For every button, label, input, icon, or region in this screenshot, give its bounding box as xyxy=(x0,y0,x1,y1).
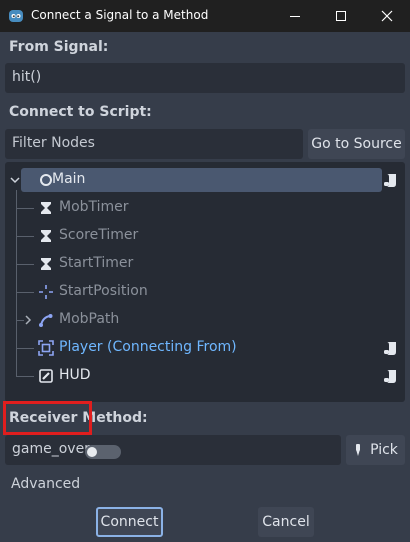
maximize-button[interactable] xyxy=(318,0,364,32)
tree-node-label: StartTimer xyxy=(59,255,134,271)
window-title: Connect a Signal to a Method xyxy=(31,8,209,22)
tree-row-mobtimer[interactable]: MobTimer xyxy=(5,194,405,222)
script-icon[interactable] xyxy=(383,340,399,356)
tree-node-label: MobPath xyxy=(59,311,120,327)
area2d-icon xyxy=(38,340,54,356)
canvaslayer-icon xyxy=(39,369,53,383)
path2d-icon xyxy=(39,314,53,327)
cancel-button[interactable]: Cancel xyxy=(258,507,314,537)
tree-node-label: HUD xyxy=(59,367,91,383)
tree-node-label: StartPosition xyxy=(59,283,148,299)
tree-row-mobpath[interactable]: MobPath xyxy=(5,306,405,334)
pick-label: Pick xyxy=(370,442,398,458)
script-icon[interactable] xyxy=(383,368,399,384)
tree-node-label: ScoreTimer xyxy=(59,227,139,243)
toggle-knob xyxy=(87,447,97,457)
tree-branch-line xyxy=(16,348,34,349)
from-signal-label: From Signal: xyxy=(9,39,109,55)
scene-tree: Main MobTimer ScoreTimer StartTimer Star… xyxy=(5,162,405,402)
from-signal-value: hit() xyxy=(12,69,42,85)
godot-app-icon xyxy=(9,10,23,22)
advanced-label: Advanced xyxy=(11,476,81,492)
expand-arrow-icon[interactable] xyxy=(24,315,32,325)
minimize-button[interactable] xyxy=(272,0,318,32)
tree-branch-line xyxy=(16,376,34,377)
tree-row-starttimer[interactable]: StartTimer xyxy=(5,250,405,278)
tree-row-hud[interactable]: HUD xyxy=(5,362,405,390)
tree-branch-line xyxy=(16,208,34,209)
tree-branch-line xyxy=(16,264,34,265)
marker2d-icon xyxy=(39,285,53,299)
connect-button[interactable]: Connect xyxy=(96,507,163,537)
from-signal-field: hit() xyxy=(5,63,405,93)
tree-row-player[interactable]: Player (Connecting From) xyxy=(5,334,405,362)
advanced-toggle[interactable] xyxy=(85,445,121,459)
timer-icon xyxy=(41,202,51,214)
tree-branch-line xyxy=(16,292,34,293)
close-button[interactable] xyxy=(364,0,410,32)
receiver-method-value: game_over xyxy=(12,441,90,457)
timer-icon xyxy=(41,258,51,270)
pick-icon xyxy=(356,444,361,456)
tree-row-startposition[interactable]: StartPosition xyxy=(5,278,405,306)
tree-row-main[interactable]: Main xyxy=(5,166,405,194)
script-icon[interactable] xyxy=(383,172,399,188)
maximize-icon xyxy=(336,11,346,21)
connect-to-script-label: Connect to Script: xyxy=(9,104,152,120)
tree-node-label: Main xyxy=(52,171,86,187)
pick-button[interactable]: Pick xyxy=(346,435,405,465)
annotation-highlight-box xyxy=(3,401,92,435)
minimize-icon xyxy=(290,15,300,17)
tree-branch-line xyxy=(16,236,34,237)
tree-branch-line xyxy=(16,320,24,321)
filter-nodes-input[interactable]: Filter Nodes xyxy=(5,129,303,159)
tree-node-label: Player (Connecting From) xyxy=(59,339,237,355)
title-bar: Connect a Signal to a Method xyxy=(0,0,410,32)
go-to-source-button[interactable]: Go to Source xyxy=(308,129,405,159)
filter-nodes-placeholder: Filter Nodes xyxy=(12,135,95,151)
close-icon xyxy=(381,10,393,22)
collapse-arrow-icon[interactable] xyxy=(10,175,20,185)
receiver-method-input[interactable]: game_over xyxy=(5,435,341,465)
tree-row-scoretimer[interactable]: ScoreTimer xyxy=(5,222,405,250)
tree-node-label: MobTimer xyxy=(59,199,129,215)
timer-icon xyxy=(41,230,51,242)
